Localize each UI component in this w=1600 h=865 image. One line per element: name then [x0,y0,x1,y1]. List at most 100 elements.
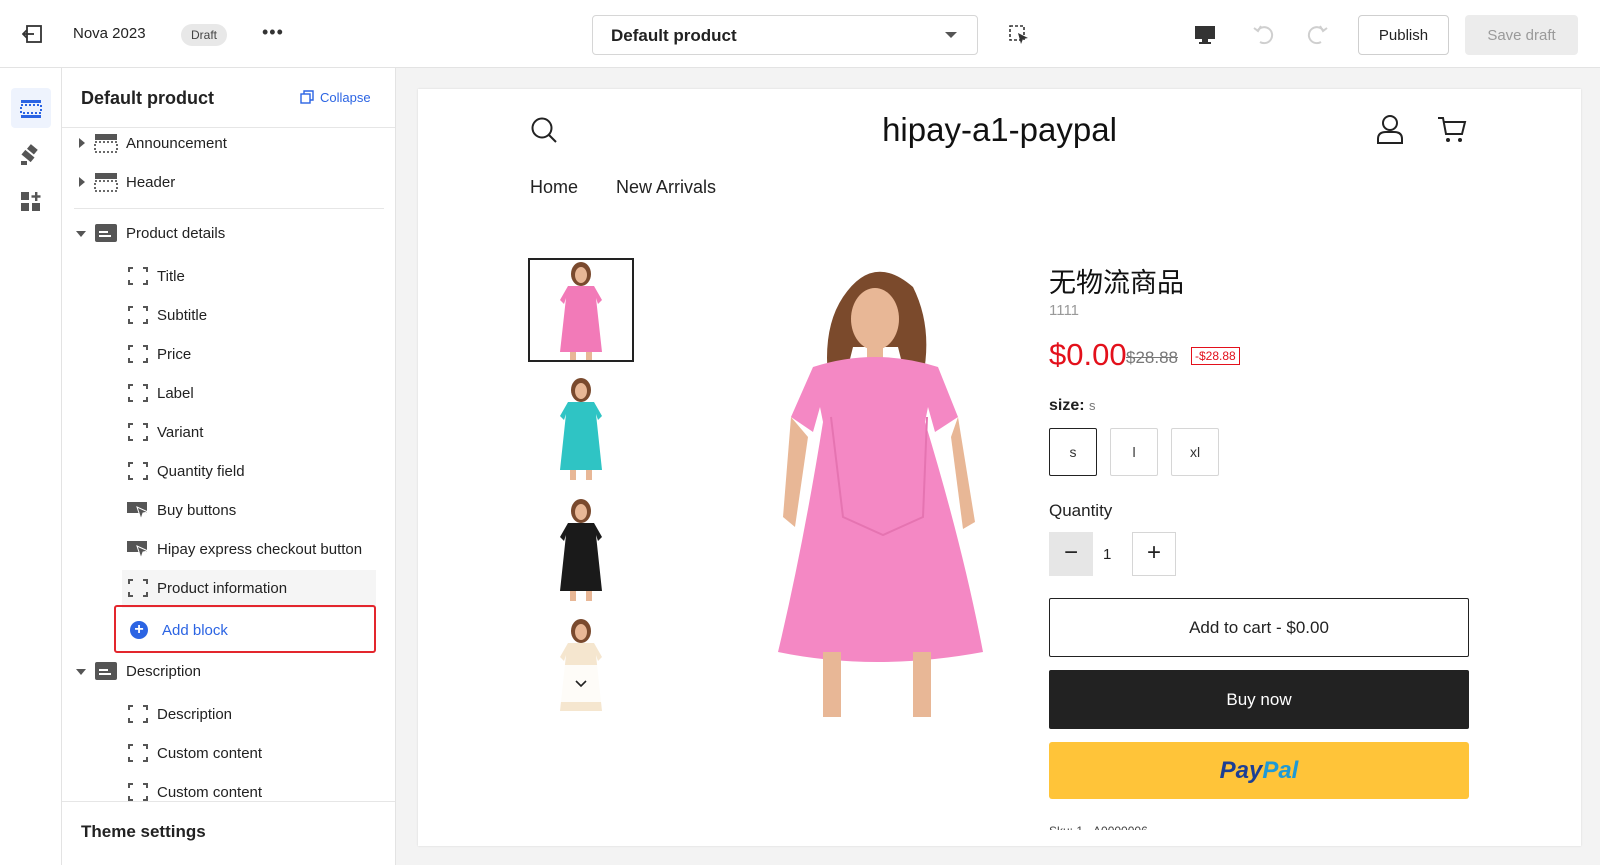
section-announcement[interactable]: Announcement [62,125,395,163]
editor-rail [0,68,62,865]
product-meta-text: Sku: 1 - A0000006 [1049,824,1148,830]
quantity-decrease-button[interactable]: − [1049,532,1093,576]
product-main-image[interactable] [683,257,1073,717]
nav-link-home[interactable]: Home [530,177,578,198]
store-preview: hipay-a1-paypal Home New Arrivals 无物流商品 … [418,89,1581,846]
section-label: Product details [126,225,226,242]
publish-button[interactable]: Publish [1358,15,1449,55]
block-price[interactable]: Price [62,336,395,374]
theme-name: Nova 2023 [73,25,146,42]
block-frame-icon [128,783,148,801]
store-name[interactable]: hipay-a1-paypal [418,111,1581,149]
block-product-information[interactable]: Product information [122,570,376,608]
block-label: Description [157,706,233,723]
collapse-icon [300,90,314,104]
product-thumbnail[interactable] [528,497,634,601]
theme-settings-button[interactable]: Theme settings [62,801,395,865]
section-label: Description [126,663,202,680]
product-thumbnail[interactable] [528,258,634,362]
section-box-icon [95,662,117,680]
rail-theme-button[interactable] [11,135,51,175]
redo-icon[interactable] [1305,22,1329,46]
add-block-button[interactable]: + Add block [114,605,376,653]
block-subtitle[interactable]: Subtitle [62,297,395,335]
block-quantity-field[interactable]: Quantity field [62,453,395,491]
template-select[interactable]: Default product [592,15,978,55]
collapse-section-icon[interactable] [76,669,86,675]
paypal-button[interactable]: PayPal [1049,742,1469,799]
product-price: $0.00 [1049,337,1127,372]
size-option-s[interactable]: s [1049,428,1097,476]
app-block-icon [127,502,150,521]
desktop-icon[interactable] [1193,24,1217,46]
block-label: Subtitle [157,307,208,324]
block-frame-icon [128,345,148,363]
size-option-xl[interactable]: xl [1171,428,1219,476]
sidebar-header: Default product Collapse [62,68,395,128]
nav-link-new-arrivals[interactable]: New Arrivals [616,177,716,198]
block-variant[interactable]: Variant [62,414,395,452]
size-option-l[interactable]: l [1110,428,1158,476]
collapse-button[interactable]: Collapse [300,90,371,105]
product-title: 无物流商品 [1049,268,1184,298]
expand-icon[interactable] [79,138,85,148]
block-custom-content[interactable]: Custom content [62,735,395,773]
section-label: Header [126,174,176,191]
cart-icon[interactable] [1437,115,1467,143]
quantity-label: Quantity [1049,501,1113,520]
block-hipay-express[interactable]: Hipay express checkout button [62,531,395,569]
section-header[interactable]: Header [62,164,395,202]
exit-icon[interactable] [22,24,44,44]
block-frame-icon [128,384,148,402]
theme-settings-label: Theme settings [81,822,206,841]
save-draft-button[interactable]: Save draft [1465,15,1578,55]
compare-price: $28.88 [1126,348,1178,367]
block-frame-icon [128,705,148,723]
more-actions-button[interactable]: ••• [262,22,284,43]
buy-now-button[interactable]: Buy now [1049,670,1469,729]
add-to-cart-button[interactable]: Add to cart - $0.00 [1049,598,1469,657]
quantity-input[interactable]: 1 [1103,546,1111,563]
section-product-details[interactable]: Product details [62,215,395,253]
thumbnails-scroll-down[interactable] [528,665,634,702]
discount-badge: -$28.88 [1191,347,1240,365]
inspect-icon[interactable] [1008,24,1030,46]
rail-sections-button[interactable] [11,88,51,128]
rail-apps-button[interactable] [11,182,51,222]
section-box-icon [95,224,117,242]
quantity-increase-button[interactable]: + [1132,532,1176,576]
collapse-section-icon[interactable] [76,231,86,237]
divider [74,208,384,209]
block-label-item[interactable]: Label [62,375,395,413]
section-label: Announcement [126,135,227,152]
expand-icon[interactable] [79,177,85,187]
section-layout-icon [94,134,118,153]
block-frame-icon [128,267,148,285]
block-frame-icon [128,462,148,480]
product-thumbnail[interactable] [528,376,634,480]
chevron-down-icon [945,32,957,38]
sections-icon [20,100,42,118]
block-label: Custom content [157,784,263,801]
theme-brush-icon [21,144,38,165]
app-block-icon [127,541,150,560]
block-title[interactable]: Title [62,258,395,296]
block-label: Buy buttons [157,502,237,519]
section-description[interactable]: Description [62,653,395,691]
status-badge: Draft [181,24,228,46]
chevron-down-icon [575,680,587,688]
undo-icon[interactable] [1252,22,1276,46]
block-label: Custom content [157,745,263,762]
size-label: size: s [1049,397,1096,415]
account-icon[interactable] [1376,114,1404,144]
apps-icon [21,192,41,211]
block-buy-buttons[interactable]: Buy buttons [62,492,395,530]
block-frame-icon [128,744,148,762]
block-label: Quantity field [157,463,245,480]
product-sku: 1111 [1049,302,1080,319]
sections-sidebar: Default product Collapse Announcement He… [62,68,396,865]
plus-circle-icon: + [130,621,148,639]
block-label: Title [157,268,185,285]
sidebar-title: Default product [81,88,214,108]
block-description[interactable]: Description [62,696,395,734]
